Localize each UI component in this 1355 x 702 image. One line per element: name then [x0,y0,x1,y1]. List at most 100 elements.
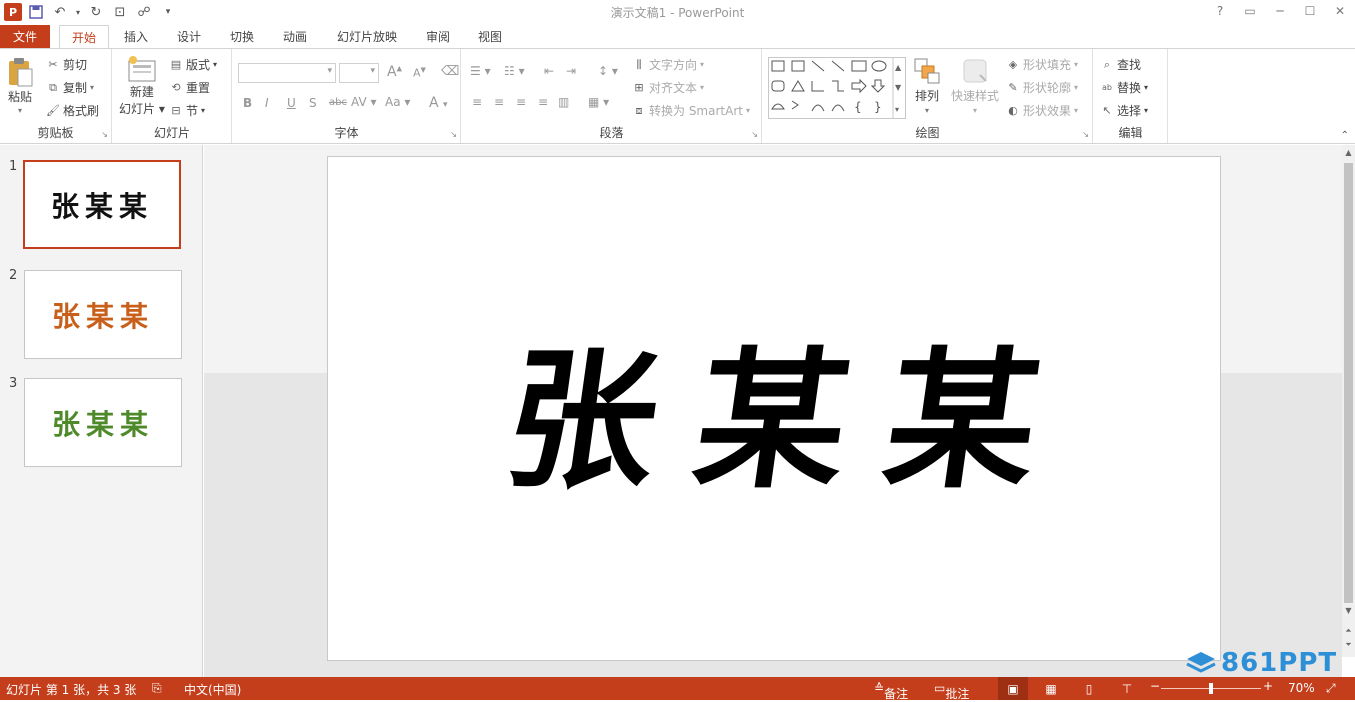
thumbnail-slide-2[interactable]: 2 张某某 [0,268,203,362]
shrink-font-icon[interactable]: A▼ [413,66,426,80]
next-slide-icon[interactable]: ⏷ [1342,639,1355,651]
align-left-icon[interactable]: ≡ [472,95,482,109]
font-color-button[interactable]: A ▾ [429,95,448,111]
fit-slide-to-window-icon[interactable]: ⤢ [1326,681,1336,696]
undo-dropdown-icon[interactable]: ▾ [74,2,82,22]
zoom-out-icon[interactable]: − [1150,679,1160,693]
paragraph-launcher-icon[interactable]: ↘ [751,130,758,139]
zoom-slider-thumb[interactable] [1209,683,1213,694]
zoom-in-icon[interactable]: + [1263,679,1273,693]
tab-review[interactable]: 审阅 [416,25,460,49]
reading-view-icon[interactable]: ▯ [1074,677,1104,700]
previous-slide-icon[interactable]: ⏶ [1342,625,1355,637]
scrollbar-thumb[interactable] [1344,163,1353,603]
thumbnail-slide-1[interactable]: 1 张某某 [0,159,203,253]
justify-icon[interactable]: ≡ [538,95,548,109]
tab-slideshow[interactable]: 幻灯片放映 [330,25,404,49]
save-icon[interactable] [26,2,46,22]
tab-animations[interactable]: 动画 [273,25,317,49]
close-icon[interactable]: ✕ [1325,0,1355,22]
increase-indent-icon[interactable]: ⇥ [566,64,576,78]
thumbnail-slide-3[interactable]: 3 张某某 [0,376,203,470]
slide-thumbnail-pane[interactable]: 1 张某某 2 张某某 3 张某某 [0,145,203,677]
align-right-icon[interactable]: ≡ [516,95,526,109]
group-paragraph: ☰ ▾ ☷ ▾ ⇤ ⇥ ↕ ▾ ≡ ≡ ≡ ≡ ▥ ▦ ▾ ⫼ 文字方向 ▾ ⊞ 对齐… [462,49,762,143]
layout-button[interactable]: ▤ 版式 ▾ [169,56,217,73]
notes-button[interactable]: ≙ 备注 [874,681,908,701]
clear-formatting-icon[interactable]: ⌫ [441,64,459,79]
shape-effects-button[interactable]: ◐ 形状效果 ▾ [1006,102,1078,119]
new-slide-button[interactable]: 新建 幻灯片 ▾ [119,55,165,117]
undo-icon[interactable]: ↶ [50,2,70,22]
find-button[interactable]: ⌕ 查找 [1100,56,1141,73]
drawing-launcher-icon[interactable]: ↘ [1082,130,1089,139]
shapes-gallery[interactable]: {} ▲ ▼ ▾ [768,57,906,119]
tab-home[interactable]: 开始 [59,25,109,49]
minimize-icon[interactable]: ─ [1265,0,1295,22]
slideshow-view-icon[interactable]: ⊤ [1112,677,1142,700]
distributed-icon[interactable]: ▥ [558,95,569,109]
numbering-icon[interactable]: ☷ ▾ [504,64,525,78]
slide-sorter-view-icon[interactable]: ▦ [1036,677,1066,700]
slide-title-text[interactable]: 张某某 [454,300,1095,517]
reset-button[interactable]: ⟲ 重置 [169,79,210,96]
arrange-button[interactable]: 排列 ▾ [913,57,941,115]
bullets-icon[interactable]: ☰ ▾ [470,64,491,78]
tab-file[interactable]: 文件 [0,25,50,49]
text-direction-icon: ⫼ [636,57,642,71]
tab-view[interactable]: 视图 [468,25,512,49]
customize-qat-icon[interactable]: ▾ [158,2,178,22]
slide-editing-area[interactable]: 张某某 [204,145,1342,677]
format-painter-button[interactable]: 🖌 格式刷 [46,102,99,119]
shape-outline-button[interactable]: ✎ 形状轮廓 ▾ [1006,79,1078,96]
spelling-icon[interactable]: ⎘ [152,681,162,696]
columns-icon[interactable]: ▦ ▾ [588,95,609,109]
zoom-level[interactable]: 70% [1288,681,1315,695]
underline-button[interactable]: U [287,96,296,110]
help-icon[interactable]: ? [1205,0,1235,22]
cut-button[interactable]: ✂ 剪切 [46,56,87,73]
scroll-up-icon[interactable]: ▲ [1342,147,1355,159]
layout-dropdown-icon: ▾ [213,60,218,69]
comments-button[interactable]: ▭ 批注 [934,681,969,701]
text-direction-button[interactable]: ⫼ 文字方向 ▾ [632,56,704,73]
decrease-indent-icon[interactable]: ⇤ [544,64,554,78]
current-slide[interactable]: 张某某 [327,156,1221,661]
replace-button[interactable]: ab 替换 ▾ [1100,79,1148,96]
collapse-ribbon-icon[interactable]: ⌃ [1341,130,1349,141]
tab-transitions[interactable]: 切换 [220,25,264,49]
italic-button[interactable]: I [265,96,269,110]
select-button[interactable]: ↖ 选择 ▾ [1100,102,1148,119]
normal-view-icon[interactable]: ▣ [998,677,1028,700]
start-from-beginning-icon[interactable]: ⊡ [110,2,130,22]
paste-button[interactable]: 粘贴 ▾ [6,57,34,115]
change-case-button[interactable]: Aa ▾ [385,95,410,109]
line-spacing-icon[interactable]: ↕ ▾ [598,64,618,78]
align-center-icon[interactable]: ≡ [494,95,504,109]
bold-button[interactable]: B [243,96,252,110]
redo-icon[interactable]: ↻ [86,2,106,22]
shape-fill-button[interactable]: ◈ 形状填充 ▾ [1006,56,1078,73]
convert-smartart-button[interactable]: ⧈ 转换为 SmartArt ▾ [632,102,750,119]
font-launcher-icon[interactable]: ↘ [450,130,457,139]
ribbon-display-options-icon[interactable]: ▭ [1235,0,1265,22]
font-size-combo[interactable] [339,63,379,83]
character-spacing-button[interactable]: AV ▾ [351,95,377,109]
shadow-button[interactable]: S [309,96,317,110]
grow-font-icon[interactable]: A▲ [387,64,402,80]
copy-button[interactable]: ⧉ 复制 ▾ [46,79,94,96]
section-button[interactable]: ⊟ 节 ▾ [169,102,205,119]
maximize-icon[interactable]: ☐ [1295,0,1325,22]
scroll-down-icon[interactable]: ▼ [1342,605,1355,617]
vertical-scrollbar[interactable]: ▲ ▼ ⏶ ⏷ [1342,145,1355,657]
strikethrough-button[interactable]: abc [329,97,347,108]
align-text-button[interactable]: ⊞ 对齐文本 ▾ [632,79,704,96]
clipboard-launcher-icon[interactable]: ↘ [101,130,108,139]
touch-mode-icon[interactable]: ☍ [134,2,154,22]
font-name-combo[interactable] [238,63,336,83]
tab-insert[interactable]: 插入 [114,25,158,49]
tab-design[interactable]: 设计 [167,25,211,49]
language-status[interactable]: 中文(中国) [184,681,241,698]
powerpoint-logo-icon[interactable]: P [4,3,22,21]
quick-styles-button[interactable]: 快速样式 ▾ [951,57,999,115]
